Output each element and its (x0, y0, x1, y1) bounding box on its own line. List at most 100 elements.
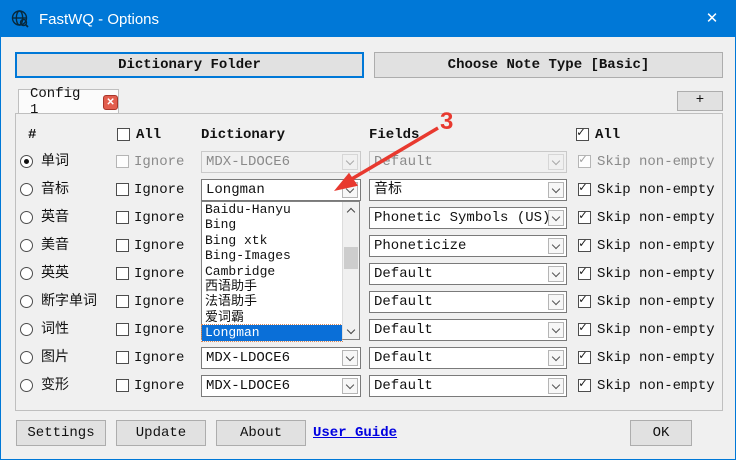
chevron-down-icon[interactable] (548, 182, 564, 198)
skip-checkbox[interactable] (578, 351, 591, 364)
field-select[interactable]: Default (369, 263, 567, 285)
chevron-down-icon[interactable] (548, 294, 564, 310)
chevron-down-icon[interactable] (548, 350, 564, 366)
add-tab-button[interactable]: + (677, 91, 723, 111)
update-button[interactable]: Update (116, 420, 206, 446)
row-label: 图片 (41, 347, 69, 369)
skip-checkbox[interactable] (578, 211, 591, 224)
row-radio[interactable] (20, 183, 33, 196)
ignore-checkbox[interactable] (116, 239, 129, 252)
chevron-down-icon[interactable] (342, 378, 358, 394)
dictionary-select-open[interactable]: Longman (201, 179, 361, 201)
dropdown-item[interactable]: Baidu-Hanyu (202, 202, 342, 217)
skip-checkbox[interactable] (578, 379, 591, 392)
skip-checkbox[interactable] (578, 267, 591, 280)
table-row: 词性 Ignore Default Skip non-empty (1, 319, 736, 341)
ignore-checkbox[interactable] (116, 211, 129, 224)
table-row: 英英 Ignore Default Skip non-empty (1, 263, 736, 285)
dropdown-item[interactable]: 西语助手 (202, 279, 342, 294)
about-button[interactable]: About (216, 420, 306, 446)
field-select[interactable]: Default (369, 319, 567, 341)
field-select[interactable]: Phoneticize (369, 235, 567, 257)
dropdown-item[interactable]: 爱词霸 (202, 310, 342, 325)
row-label: 音标 (41, 179, 69, 201)
ignore-checkbox[interactable] (116, 295, 129, 308)
chevron-down-icon[interactable] (342, 350, 358, 366)
dropdown-scrollbar[interactable] (342, 202, 359, 339)
row-radio[interactable] (20, 295, 33, 308)
row-radio[interactable] (20, 379, 33, 392)
table-row: 断字单词 Ignore Default Skip non-empty (1, 291, 736, 313)
dropdown-item[interactable]: 法语助手 (202, 294, 342, 309)
row-label: 美音 (41, 235, 69, 257)
ignore-checkbox[interactable] (116, 267, 129, 280)
skip-label: Skip non-empty (597, 347, 715, 369)
row-radio[interactable] (20, 351, 33, 364)
dropdown-item[interactable]: Bing-Images (202, 248, 342, 263)
table-row: 英音 Ignore Phonetic Symbols (US) Skip non… (1, 207, 736, 229)
table-row: 变形 Ignore MDX-LDOCE6 Default Skip non-em… (1, 375, 736, 397)
column-header-dictionary: Dictionary (201, 126, 285, 144)
ignore-label: Ignore (134, 291, 184, 313)
skip-checkbox[interactable] (578, 183, 591, 196)
row-radio[interactable] (20, 267, 33, 280)
row-radio[interactable] (20, 155, 33, 168)
ignore-checkbox[interactable] (116, 183, 129, 196)
skip-checkbox[interactable] (578, 239, 591, 252)
table-row: 单词 Ignore MDX-LDOCE6 Default Skip non-em… (1, 151, 736, 173)
chevron-down-icon[interactable] (548, 266, 564, 282)
field-select[interactable]: Phonetic Symbols (US) (369, 207, 567, 229)
skip-checkbox[interactable] (578, 323, 591, 336)
field-select[interactable]: Default (369, 291, 567, 313)
chevron-down-icon[interactable] (548, 238, 564, 254)
skip-label: Skip non-empty (597, 263, 715, 285)
row-radio[interactable] (20, 239, 33, 252)
all-skip-checkbox[interactable] (576, 128, 589, 141)
chevron-down-icon[interactable] (548, 210, 564, 226)
chevron-down-icon[interactable] (342, 182, 358, 198)
row-label: 英音 (41, 207, 69, 229)
chevron-down-icon (548, 154, 564, 170)
dictionary-folder-button[interactable]: Dictionary Folder (15, 52, 364, 78)
row-radio[interactable] (20, 211, 33, 224)
field-select[interactable]: 音标 (369, 179, 567, 201)
dropdown-item[interactable]: Bing (202, 217, 342, 232)
dictionary-select[interactable]: MDX-LDOCE6 (201, 375, 361, 397)
scroll-up-icon[interactable] (343, 202, 359, 218)
ok-button[interactable]: OK (630, 420, 692, 446)
skip-label: Skip non-empty (597, 179, 715, 201)
row-label: 单词 (41, 151, 69, 173)
field-select[interactable]: Default (369, 375, 567, 397)
dictionary-select[interactable]: MDX-LDOCE6 (201, 347, 361, 369)
user-guide-link[interactable]: User Guide (313, 420, 397, 446)
chevron-down-icon[interactable] (548, 378, 564, 394)
options-window: FastWQ - Options ✕ Dictionary Folder Cho… (0, 0, 736, 460)
chevron-down-icon[interactable] (548, 322, 564, 338)
ignore-label: Ignore (134, 179, 184, 201)
all-ignore-checkbox[interactable] (117, 128, 130, 141)
row-radio[interactable] (20, 323, 33, 336)
scrollbar-thumb[interactable] (344, 247, 358, 269)
tab-config1[interactable]: Config 1 (18, 89, 119, 114)
close-icon[interactable]: ✕ (697, 1, 727, 37)
dropdown-item-selected[interactable]: Longman (202, 325, 342, 340)
skip-checkbox (578, 155, 591, 168)
ignore-label: Ignore (134, 151, 184, 173)
titlebar: FastWQ - Options ✕ (1, 1, 735, 37)
dropdown-item[interactable]: Cambridge (202, 264, 342, 279)
column-header-fields: Fields (369, 126, 419, 144)
ignore-checkbox[interactable] (116, 323, 129, 336)
column-header-all-right: All (595, 126, 620, 144)
choose-note-type-button[interactable]: Choose Note Type [Basic] (374, 52, 723, 78)
dropdown-item[interactable]: Bing xtk (202, 233, 342, 248)
tab-close-icon[interactable] (103, 95, 118, 110)
row-label: 词性 (41, 319, 69, 341)
settings-button[interactable]: Settings (16, 420, 106, 446)
ignore-label: Ignore (134, 207, 184, 229)
scroll-down-icon[interactable] (343, 323, 359, 339)
ignore-checkbox[interactable] (116, 379, 129, 392)
skip-checkbox[interactable] (578, 295, 591, 308)
field-select[interactable]: Default (369, 347, 567, 369)
ignore-checkbox[interactable] (116, 351, 129, 364)
chevron-down-icon (342, 154, 358, 170)
